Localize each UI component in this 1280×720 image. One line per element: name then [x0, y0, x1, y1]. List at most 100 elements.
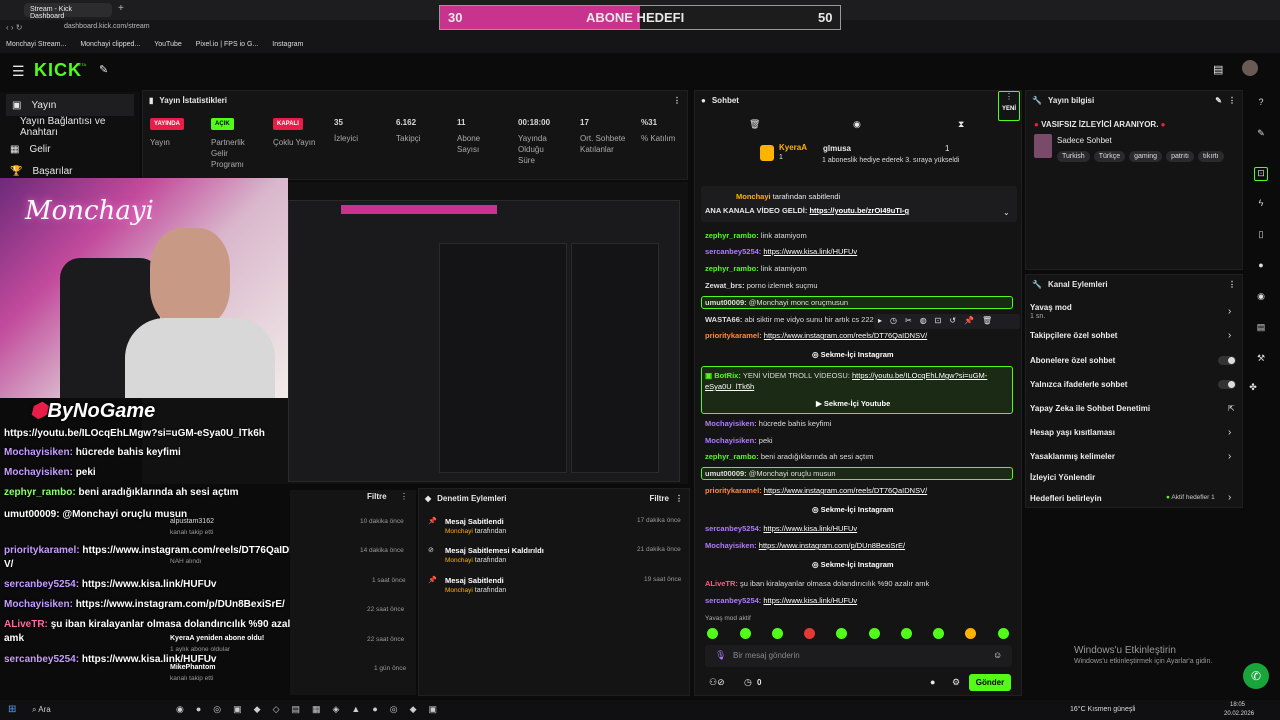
browser-tab-active[interactable]: Stream - Kick Dashboard: [24, 3, 112, 20]
puzzle-icon[interactable]: ✤: [1246, 382, 1260, 396]
back-icon[interactable]: ‹ › ↻: [6, 23, 22, 32]
bookmark-item[interactable]: Pixel.io | FPS io G...: [196, 41, 259, 48]
chat-link[interactable]: https://www.instagram.com/p/DUn8BexiSrE/: [759, 541, 905, 550]
help-icon[interactable]: ?: [1254, 97, 1268, 111]
chat-link[interactable]: https://www.instagram.com/reels/DT76QaID…: [764, 486, 927, 495]
subscribers-only-chat[interactable]: Abonelere özel sohbet: [1030, 356, 1115, 365]
more-icon[interactable]: ⋮: [673, 96, 681, 105]
capture-icon[interactable]: ⊡: [1254, 167, 1268, 181]
chat-user[interactable]: prioritykaramel:: [705, 331, 762, 340]
comment-icon[interactable]: ●: [930, 677, 935, 687]
embed-instagram-button[interactable]: ◎ Sekme-İçi Instagram: [812, 350, 894, 359]
bookmark-item[interactable]: Monchayi Stream...: [6, 41, 66, 48]
avatar[interactable]: [1242, 60, 1258, 76]
embed-instagram-button[interactable]: ◎ Sekme-İçi Instagram: [812, 505, 894, 514]
emote-icon[interactable]: [965, 628, 976, 639]
chat-link[interactable]: https://www.kisa.link/HUFUv: [763, 524, 857, 533]
chat-user[interactable]: zephyr_rambo:: [705, 452, 759, 461]
chat-user[interactable]: prioritykaramel:: [705, 486, 762, 495]
emote-icon[interactable]: [933, 628, 944, 639]
chat-user[interactable]: Mochayisiken:: [705, 541, 757, 550]
chevron-down-icon[interactable]: ⌄: [1003, 208, 1010, 217]
chat-input[interactable]: 🎙 Bir mesaj gönderin ☺: [705, 645, 1012, 667]
tag[interactable]: tıkırtı: [1197, 151, 1224, 162]
viewers-icon[interactable]: ⚇⊘: [709, 677, 725, 688]
send-button[interactable]: Gönder: [969, 674, 1011, 691]
tag[interactable]: Türkçe: [1093, 151, 1126, 162]
trash-icon[interactable]: 🗑: [749, 119, 760, 130]
emote-icon[interactable]: [772, 628, 783, 639]
kick-logo[interactable]: KICK: [34, 60, 82, 81]
external-link-icon[interactable]: ⇱: [1228, 404, 1235, 413]
emoji-icon[interactable]: ☺: [993, 650, 1002, 660]
chevron-right-icon[interactable]: ›: [1228, 330, 1231, 341]
slow-mode-label[interactable]: Yavaş mod: [1030, 303, 1072, 312]
pinned-link[interactable]: https://youtu.be/zrOI49uTI-g: [809, 206, 909, 215]
list-icon[interactable]: ▤: [1254, 322, 1268, 336]
nav-item-revenue[interactable]: ▦ Gelir: [0, 138, 140, 160]
broadcast-icon[interactable]: ◉: [1254, 291, 1268, 305]
chat-bubble-icon[interactable]: ✆: [1243, 663, 1269, 689]
chat-user[interactable]: umut00009:: [705, 469, 747, 478]
host-viewers[interactable]: İzleyici Yönlendir: [1030, 473, 1095, 482]
emote-icon[interactable]: [707, 628, 718, 639]
chat-user[interactable]: Mochayisiken:: [705, 419, 757, 428]
emote-icon[interactable]: [836, 628, 847, 639]
tag[interactable]: patrıtı: [1166, 151, 1194, 162]
edit-icon[interactable]: ✎: [1254, 128, 1268, 142]
bookmark-item[interactable]: Instagram: [272, 41, 303, 48]
chat-link[interactable]: https://www.kisa.link/HUFUv: [763, 596, 857, 605]
nav-item-stream-key[interactable]: Yayın Bağlantısı ve Anahtarı: [0, 116, 140, 138]
chat-user[interactable]: Zewat_brs:: [705, 281, 745, 290]
emote-only-chat[interactable]: Yalnızca ifadelerle sohbet: [1030, 380, 1127, 389]
more-icon[interactable]: ⋮: [400, 492, 408, 501]
emote-only-toggle[interactable]: [1218, 380, 1236, 389]
chat-link[interactable]: https://www.kisa.link/HUFUv: [763, 247, 857, 256]
chevron-right-icon[interactable]: ›: [1228, 427, 1231, 438]
new-tab-icon[interactable]: +: [118, 3, 124, 14]
bookmark-item[interactable]: Monchayi clipped...: [80, 41, 140, 48]
moderation-filter-button[interactable]: Filtre: [649, 494, 669, 503]
clock-date[interactable]: 20.02.2026: [1224, 711, 1254, 717]
chat-user[interactable]: sercanbey5254:: [705, 524, 761, 533]
set-goals[interactable]: Hedefleri belirleyin: [1030, 494, 1102, 503]
embed-instagram-button[interactable]: ◎ Sekme-İçi Instagram: [812, 560, 894, 569]
message-icon[interactable]: ◉: [853, 119, 861, 130]
bookmark-item[interactable]: YouTube: [154, 41, 182, 48]
banned-words[interactable]: Yasaklanmış kelimeler: [1030, 452, 1115, 461]
menu-icon[interactable]: ☰: [12, 63, 25, 80]
clock-time[interactable]: 18:05: [1230, 702, 1245, 708]
emote-icon[interactable]: [869, 628, 880, 639]
chat-user[interactable]: umut00009:: [705, 298, 747, 307]
category-name[interactable]: Sadece Sohbet: [1057, 136, 1112, 145]
bolt-icon[interactable]: ϟ: [1254, 198, 1268, 212]
nav-item-stream[interactable]: ▣ Yayın: [6, 94, 134, 116]
chat-link[interactable]: https://www.instagram.com/reels/DT76QaID…: [764, 331, 927, 340]
chat-user[interactable]: sercanbey5254:: [705, 247, 761, 256]
chat-user[interactable]: sercanbey5254:: [705, 596, 761, 605]
events-filter-button[interactable]: Filtre: [367, 492, 387, 501]
chat-settings-button[interactable]: ⋮ YENİ: [998, 91, 1020, 121]
tag[interactable]: gaming: [1129, 151, 1163, 162]
chat-user[interactable]: BotRix:: [714, 371, 741, 380]
emote-icon[interactable]: [998, 628, 1009, 639]
more-icon[interactable]: ⋮: [1228, 96, 1236, 105]
account-age-restriction[interactable]: Hesap yaşı kısıtlaması: [1030, 428, 1115, 437]
weather[interactable]: 16°C Kısmen güneşli: [1070, 706, 1135, 713]
taskbar-apps[interactable]: ◉●◎▣◆◇▤▦◈▲●◎◆▣: [176, 704, 449, 715]
more-icon[interactable]: ⋮: [675, 494, 683, 503]
chat-icon[interactable]: ●: [1254, 260, 1268, 274]
pin-icon[interactable]: ✎: [99, 63, 108, 76]
chat-user[interactable]: ALiveTR:: [705, 579, 738, 588]
taskbar-search[interactable]: ⌕ Ara: [32, 705, 51, 715]
note-icon[interactable]: ▯: [1254, 229, 1268, 243]
chevron-right-icon[interactable]: ›: [1228, 451, 1231, 462]
chevron-right-icon[interactable]: ›: [1228, 306, 1231, 317]
message-action-toolbar[interactable]: ▸◷✂◍⊡↺📌🗑: [874, 314, 1020, 329]
emote-icon[interactable]: [740, 628, 751, 639]
chat-user[interactable]: zephyr_rambo:: [705, 264, 759, 273]
edit-icon[interactable]: ✎: [1215, 96, 1222, 105]
emote-icon[interactable]: [804, 628, 815, 639]
chat-user[interactable]: WASTA66:: [705, 315, 742, 324]
subscribers-only-toggle[interactable]: [1218, 356, 1236, 365]
